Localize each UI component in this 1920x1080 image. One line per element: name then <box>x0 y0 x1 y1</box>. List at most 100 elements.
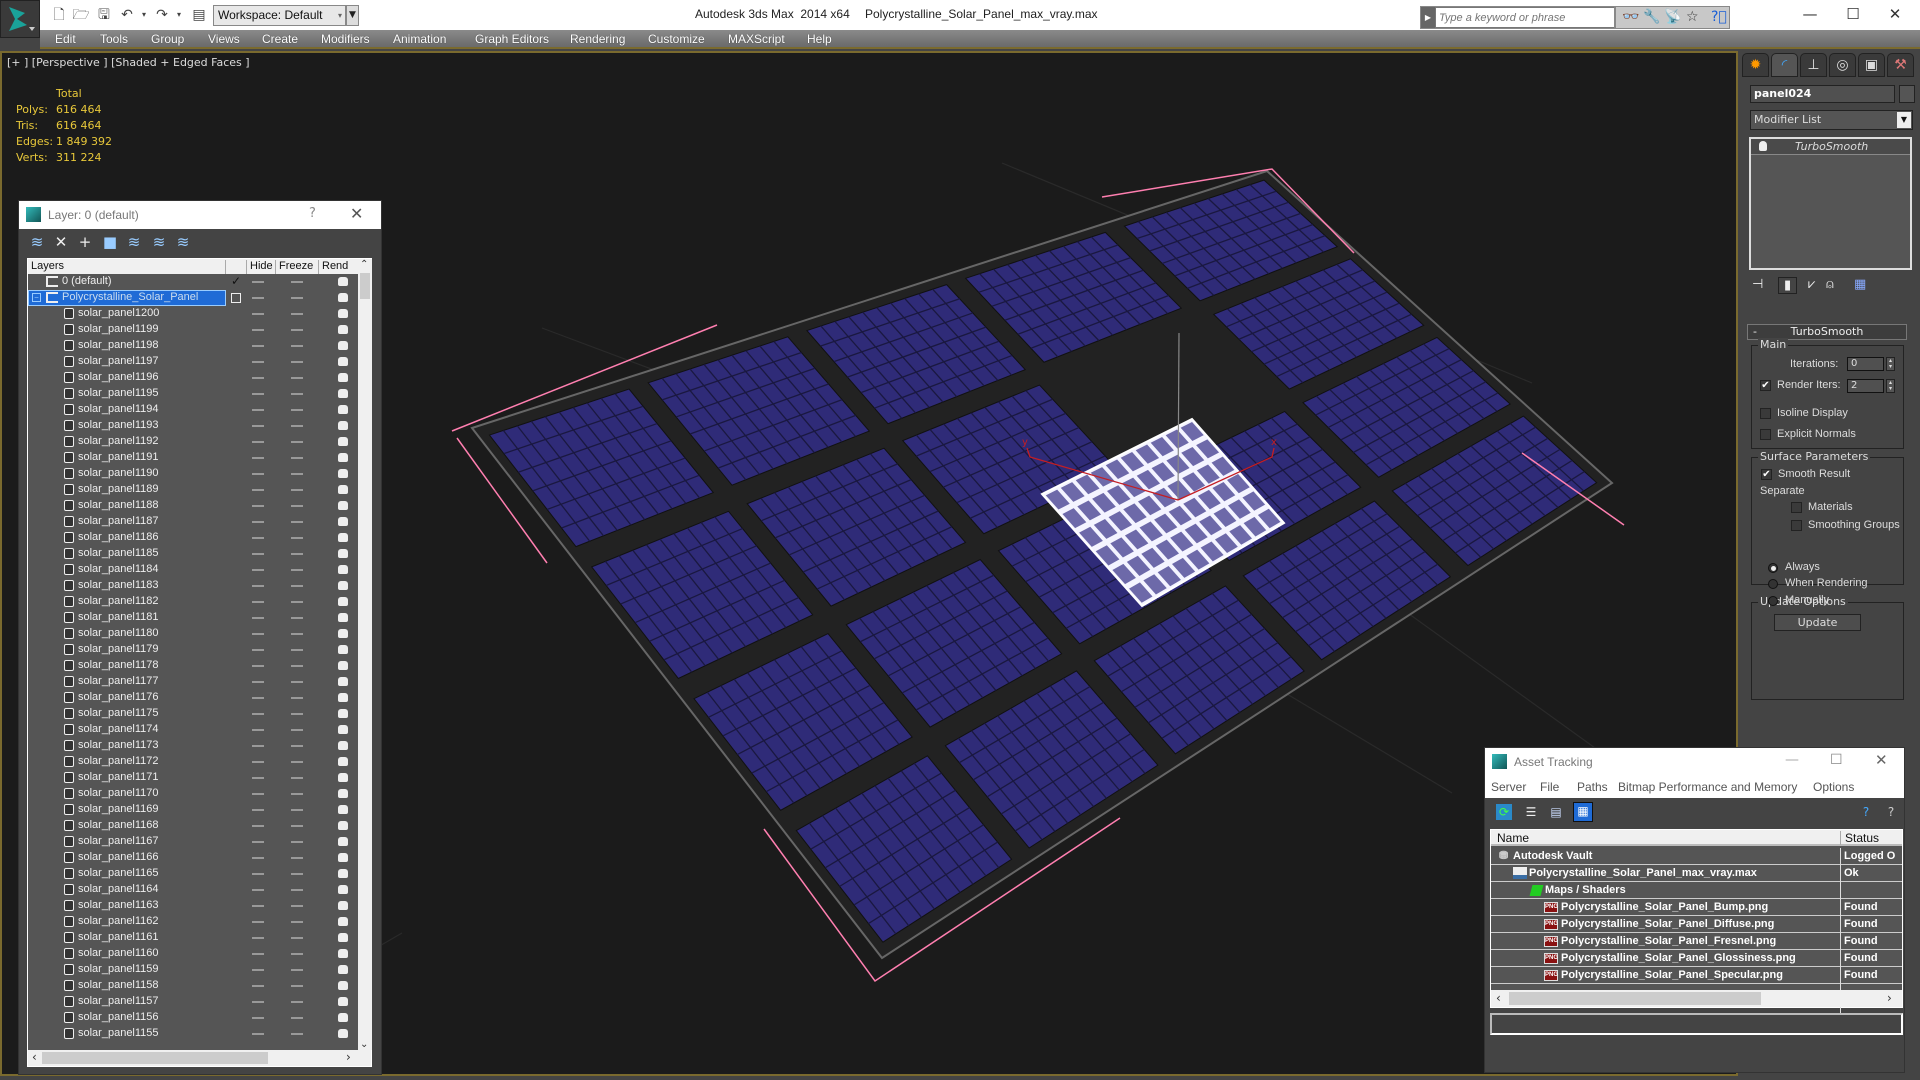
object-name-field[interactable]: panel024 <box>1750 85 1895 103</box>
menu-bitmap-performance[interactable]: Bitmap Performance and Memory <box>1618 780 1797 794</box>
object-row[interactable]: solar_panel1198 <box>28 338 358 354</box>
freeze-toggle-icon[interactable] <box>291 809 303 811</box>
vertical-scrollbar[interactable]: ⌃ ⌄ <box>358 259 372 1050</box>
render-teapot-icon[interactable] <box>338 1029 348 1038</box>
object-row[interactable]: solar_panel1171 <box>28 770 358 786</box>
hide-toggle-icon[interactable] <box>252 409 264 411</box>
tree-view-icon[interactable]: ▤ <box>1548 804 1564 820</box>
modifier-stack-item[interactable]: TurboSmooth <box>1751 139 1910 155</box>
object-row[interactable]: solar_panel1174 <box>28 722 358 738</box>
render-iters-checkbox[interactable]: ✔ <box>1760 380 1771 391</box>
freeze-toggle-icon[interactable] <box>291 569 303 571</box>
show-end-result-icon[interactable]: ▮ <box>1778 277 1798 294</box>
hide-toggle-icon[interactable] <box>252 601 264 603</box>
scroll-left-icon[interactable]: ‹ <box>32 1050 37 1064</box>
hide-toggle-icon[interactable] <box>252 425 264 427</box>
collapse-toggle-icon[interactable]: − <box>32 293 41 302</box>
render-teapot-icon[interactable] <box>338 581 348 590</box>
minimize-button[interactable]: — <box>1785 752 1799 768</box>
render-teapot-icon[interactable] <box>338 517 348 526</box>
freeze-toggle-icon[interactable] <box>291 393 303 395</box>
object-row[interactable]: solar_panel1161 <box>28 930 358 946</box>
layer-row[interactable]: − Polycrystalline_Solar_Panel <box>28 290 358 306</box>
current-layer-check-icon[interactable]: ✓ <box>231 274 241 288</box>
satellite-icon[interactable]: 📡 <box>1664 9 1681 25</box>
freeze-toggle-icon[interactable] <box>291 297 303 299</box>
menu-options[interactable]: Options <box>1813 780 1854 794</box>
hide-toggle-icon[interactable] <box>252 553 264 555</box>
render-teapot-icon[interactable] <box>338 357 348 366</box>
hide-toggle-icon[interactable] <box>252 441 264 443</box>
object-row[interactable]: solar_panel1166 <box>28 850 358 866</box>
object-row[interactable]: solar_panel1190 <box>28 466 358 482</box>
list-view-icon[interactable]: ☰ <box>1523 804 1539 820</box>
menu-graph-editors[interactable]: Graph Editors <box>475 32 549 46</box>
scroll-down-icon[interactable]: ⌄ <box>360 1039 368 1050</box>
search-input[interactable] <box>1436 8 1614 27</box>
object-row[interactable]: solar_panel1164 <box>28 882 358 898</box>
freeze-toggle-icon[interactable] <box>291 537 303 539</box>
update-when-rendering-radio[interactable] <box>1768 579 1778 589</box>
freeze-toggle-icon[interactable] <box>291 345 303 347</box>
update-manually-radio[interactable] <box>1768 596 1778 606</box>
object-row[interactable]: solar_panel1172 <box>28 754 358 770</box>
object-row[interactable]: solar_panel1178 <box>28 658 358 674</box>
render-teapot-icon[interactable] <box>338 997 348 1006</box>
hide-toggle-icon[interactable] <box>252 761 264 763</box>
configure-modifier-sets-icon[interactable]: ▦ <box>1854 277 1866 292</box>
freeze-toggle-icon[interactable] <box>291 953 303 955</box>
redo-dropdown-icon[interactable]: ▾ <box>170 6 188 24</box>
freeze-toggle-icon[interactable] <box>291 921 303 923</box>
hide-toggle-icon[interactable] <box>252 921 264 923</box>
menu-server[interactable]: Server <box>1491 780 1526 794</box>
freeze-toggle-icon[interactable] <box>291 1033 303 1035</box>
render-teapot-icon[interactable] <box>338 645 348 654</box>
object-row[interactable]: solar_panel1162 <box>28 914 358 930</box>
freeze-toggle-icon[interactable] <box>291 905 303 907</box>
asset-tracking-titlebar[interactable]: Asset Tracking — ☐ ✕ <box>1485 748 1904 776</box>
display-tab-icon[interactable]: ▣ <box>1858 53 1885 77</box>
freeze-toggle-icon[interactable] <box>291 745 303 747</box>
set-current-layer-box[interactable] <box>231 293 241 303</box>
freeze-toggle-icon[interactable] <box>291 489 303 491</box>
asset-row[interactable]: ⛃ Autodesk Vault Logged O <box>1491 848 1902 865</box>
render-teapot-icon[interactable] <box>338 469 348 478</box>
hide-toggle-icon[interactable] <box>252 841 264 843</box>
motion-tab-icon[interactable]: ◎ <box>1829 53 1856 77</box>
menu-group[interactable]: Group <box>151 32 184 46</box>
help-button[interactable]: ? <box>309 206 316 221</box>
modify-tab-icon[interactable]: ◜ <box>1771 53 1798 77</box>
render-teapot-icon[interactable] <box>338 981 348 990</box>
hide-toggle-icon[interactable] <box>252 1017 264 1019</box>
object-row[interactable]: solar_panel1177 <box>28 674 358 690</box>
object-color-swatch[interactable] <box>1899 85 1915 103</box>
hide-toggle-icon[interactable] <box>252 537 264 539</box>
iterations-input[interactable]: 0 <box>1847 357 1884 371</box>
hide-toggle-icon[interactable] <box>252 729 264 731</box>
isoline-display-checkbox[interactable] <box>1760 408 1771 419</box>
project-folder-icon[interactable]: ▤ <box>190 6 208 24</box>
layer-dialog-titlebar[interactable]: Layer: 0 (default) ? ✕ <box>19 201 381 229</box>
hide-toggle-icon[interactable] <box>252 905 264 907</box>
object-row[interactable]: solar_panel1158 <box>28 978 358 994</box>
object-row[interactable]: solar_panel1160 <box>28 946 358 962</box>
col-status[interactable]: Status <box>1840 831 1879 845</box>
asset-row[interactable]: Polycrystalline_Solar_Panel_max_vray.max… <box>1491 865 1902 882</box>
render-teapot-icon[interactable] <box>338 661 348 670</box>
render-teapot-icon[interactable] <box>338 837 348 846</box>
freeze-toggle-icon[interactable] <box>291 825 303 827</box>
render-teapot-icon[interactable] <box>338 693 348 702</box>
render-iters-input[interactable]: 2 <box>1847 379 1884 393</box>
render-teapot-icon[interactable] <box>338 565 348 574</box>
object-row[interactable]: solar_panel1199 <box>28 322 358 338</box>
object-row[interactable]: solar_panel1182 <box>28 594 358 610</box>
asset-row[interactable]: PNG Polycrystalline_Solar_Panel_Fresnel.p… <box>1491 933 1902 950</box>
iterations-spinner[interactable]: ▴ ▾ <box>1886 357 1895 371</box>
object-row[interactable]: solar_panel1163 <box>28 898 358 914</box>
workspace-dropdown[interactable]: Workspace: Default ▾ <box>213 5 346 26</box>
maximize-button[interactable]: ☐ <box>1830 752 1843 768</box>
freeze-toggle-icon[interactable] <box>291 601 303 603</box>
object-row[interactable]: solar_panel1179 <box>28 642 358 658</box>
freeze-toggle-icon[interactable] <box>291 793 303 795</box>
minimize-button[interactable]: — <box>1795 4 1825 24</box>
